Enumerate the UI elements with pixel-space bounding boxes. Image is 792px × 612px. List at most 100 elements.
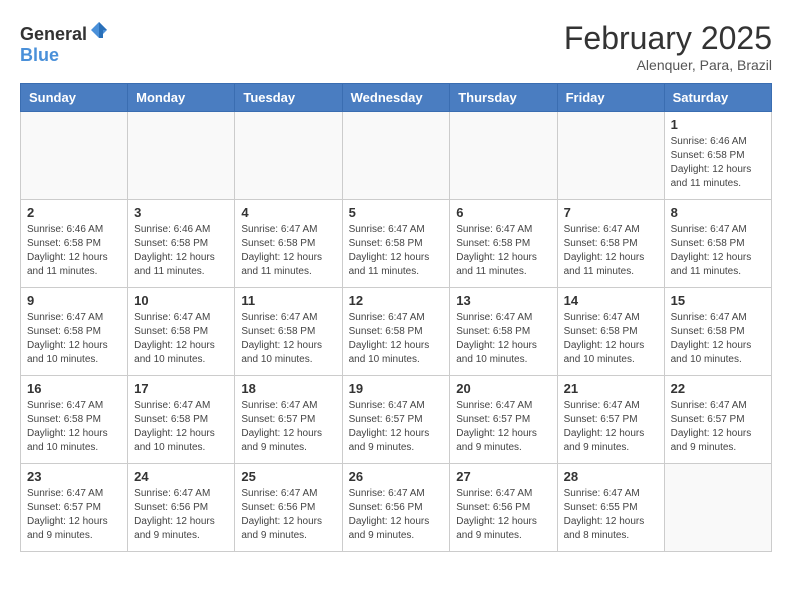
calendar-day-cell: 21 Sunrise: 6:47 AM Sunset: 6:57 PM Dayli… [557,376,664,464]
calendar-day-cell: 10 Sunrise: 6:47 AM Sunset: 6:58 PM Dayli… [128,288,235,376]
calendar-day-cell: 22 Sunrise: 6:47 AM Sunset: 6:57 PM Dayli… [664,376,771,464]
calendar-day-cell: 8 Sunrise: 6:47 AM Sunset: 6:58 PM Daylig… [664,200,771,288]
calendar-day-cell [557,112,664,200]
calendar-day-cell [664,464,771,552]
day-number: 6 [456,205,550,220]
day-info: Sunrise: 6:47 AM Sunset: 6:57 PM Dayligh… [241,399,335,455]
day-number: 23 [27,469,121,484]
day-info: Sunrise: 6:47 AM Sunset: 6:57 PM Dayligh… [671,399,765,455]
day-info: Sunrise: 6:47 AM Sunset: 6:58 PM Dayligh… [134,311,228,367]
day-number: 7 [564,205,658,220]
page-header: General Blue February 2025 Alenquer, Par… [20,20,772,73]
day-number: 15 [671,293,765,308]
logo-icon [89,20,109,40]
day-info: Sunrise: 6:47 AM Sunset: 6:56 PM Dayligh… [241,487,335,543]
day-number: 17 [134,381,228,396]
day-of-week-header: Friday [557,84,664,112]
day-info: Sunrise: 6:47 AM Sunset: 6:56 PM Dayligh… [349,487,444,543]
calendar-day-cell: 17 Sunrise: 6:47 AM Sunset: 6:58 PM Dayli… [128,376,235,464]
day-number: 24 [134,469,228,484]
day-number: 8 [671,205,765,220]
day-number: 10 [134,293,228,308]
month-year: February 2025 [564,20,772,57]
calendar-day-cell: 25 Sunrise: 6:47 AM Sunset: 6:56 PM Dayli… [235,464,342,552]
day-info: Sunrise: 6:47 AM Sunset: 6:58 PM Dayligh… [671,223,765,279]
calendar-day-cell [128,112,235,200]
day-number: 28 [564,469,658,484]
day-of-week-header: Thursday [450,84,557,112]
calendar-day-cell: 4 Sunrise: 6:47 AM Sunset: 6:58 PM Daylig… [235,200,342,288]
calendar-day-cell: 3 Sunrise: 6:46 AM Sunset: 6:58 PM Daylig… [128,200,235,288]
calendar-day-cell: 13Sunrise: 6:47 AM Sunset: 6:58 PM Dayli… [450,288,557,376]
calendar-day-cell: 16Sunrise: 6:47 AM Sunset: 6:58 PM Dayli… [21,376,128,464]
day-number: 22 [671,381,765,396]
day-number: 3 [134,205,228,220]
calendar-day-cell: 18 Sunrise: 6:47 AM Sunset: 6:57 PM Dayli… [235,376,342,464]
calendar-day-cell: 15 Sunrise: 6:47 AM Sunset: 6:58 PM Dayli… [664,288,771,376]
day-number: 27 [456,469,550,484]
calendar-day-cell: 23 Sunrise: 6:47 AM Sunset: 6:57 PM Dayli… [21,464,128,552]
day-info: Sunrise: 6:47 AM Sunset: 6:58 PM Dayligh… [671,311,765,367]
day-info: Sunrise: 6:47 AM Sunset: 6:58 PM Dayligh… [564,311,658,367]
calendar-day-cell: 27 Sunrise: 6:47 AM Sunset: 6:56 PM Dayli… [450,464,557,552]
day-info: Sunrise: 6:47 AM Sunset: 6:58 PM Dayligh… [456,223,550,279]
calendar-week-row: 2 Sunrise: 6:46 AM Sunset: 6:58 PM Daylig… [21,200,772,288]
calendar-day-cell [21,112,128,200]
day-info: Sunrise: 6:47 AM Sunset: 6:56 PM Dayligh… [134,487,228,543]
calendar-day-cell: 20 Sunrise: 6:47 AM Sunset: 6:57 PM Dayli… [450,376,557,464]
calendar-day-cell: 26Sunrise: 6:47 AM Sunset: 6:56 PM Dayli… [342,464,450,552]
calendar-day-cell: 5Sunrise: 6:47 AM Sunset: 6:58 PM Daylig… [342,200,450,288]
day-number: 16 [27,381,121,396]
day-number: 11 [241,293,335,308]
day-of-week-header: Tuesday [235,84,342,112]
calendar-week-row: 16 Sunrise: 6:47 AM Sunset: 6:58 PM Dayli… [21,376,772,464]
day-info: Sunrise: 6:47 AM Sunset: 6:57 PM Dayligh… [564,399,658,455]
day-info: Sunrise: 6:47 AM Sunset: 6:58 PM Dayligh… [349,311,444,367]
day-of-week-header: Wednesday [342,84,450,112]
calendar-day-cell: 19 Sunrise: 6:47 AM Sunset: 6:57 PM Dayli… [342,376,450,464]
day-info: Sunrise: 6:46 AM Sunset: 6:58 PM Dayligh… [671,135,765,191]
logo: General Blue [20,20,109,66]
logo-blue: Blue [20,45,59,65]
day-info: Sunrise: 6:47 AM Sunset: 6:58 PM Dayligh… [564,223,658,279]
day-number: 25 [241,469,335,484]
location: Alenquer, Para, Brazil [564,57,772,73]
calendar-week-row: 9 Sunrise: 6:47 AM Sunset: 6:58 PM Daylig… [21,288,772,376]
day-number: 12 [349,293,444,308]
day-number: 5 [349,205,444,220]
calendar-table: SundayMondayTuesdayWednesdayThursdayFrid… [20,83,772,552]
day-info: Sunrise: 6:47 AM Sunset: 6:55 PM Dayligh… [564,487,658,543]
day-info: Sunrise: 6:47 AM Sunset: 6:57 PM Dayligh… [27,487,121,543]
day-number: 18 [241,381,335,396]
calendar-day-cell: 12 Sunrise: 6:47 AM Sunset: 6:58 PM Dayli… [342,288,450,376]
day-info: Sunrise: 6:47 AM Sunset: 6:57 PM Dayligh… [456,399,550,455]
calendar-day-cell [450,112,557,200]
day-info: Sunrise: 6:47 AM Sunset: 6:58 PM Dayligh… [241,223,335,279]
day-info: Sunrise: 6:46 AM Sunset: 6:58 PM Dayligh… [27,223,121,279]
calendar-day-cell: 6 Sunrise: 6:47 AM Sunset: 6:58 PM Daylig… [450,200,557,288]
day-info: Sunrise: 6:47 AM Sunset: 6:56 PM Dayligh… [456,487,550,543]
calendar-header-row: SundayMondayTuesdayWednesdayThursdayFrid… [21,84,772,112]
day-info: Sunrise: 6:47 AM Sunset: 6:57 PM Dayligh… [349,399,444,455]
day-number: 13 [456,293,550,308]
calendar-day-cell: 2 Sunrise: 6:46 AM Sunset: 6:58 PM Daylig… [21,200,128,288]
calendar-day-cell: 11Sunrise: 6:47 AM Sunset: 6:58 PM Dayli… [235,288,342,376]
day-number: 20 [456,381,550,396]
day-number: 14 [564,293,658,308]
day-number: 4 [241,205,335,220]
day-info: Sunrise: 6:47 AM Sunset: 6:58 PM Dayligh… [134,399,228,455]
calendar-week-row: 23 Sunrise: 6:47 AM Sunset: 6:57 PM Dayli… [21,464,772,552]
day-number: 21 [564,381,658,396]
calendar-day-cell: 9Sunrise: 6:47 AM Sunset: 6:58 PM Daylig… [21,288,128,376]
calendar-day-cell: 1Sunrise: 6:46 AM Sunset: 6:58 PM Daylig… [664,112,771,200]
day-number: 19 [349,381,444,396]
logo-general: General [20,24,87,44]
calendar-day-cell [342,112,450,200]
day-number: 2 [27,205,121,220]
title-area: February 2025 Alenquer, Para, Brazil [564,20,772,73]
calendar-day-cell [235,112,342,200]
day-info: Sunrise: 6:46 AM Sunset: 6:58 PM Dayligh… [134,223,228,279]
logo-text: General Blue [20,20,109,66]
day-of-week-header: Saturday [664,84,771,112]
day-number: 9 [27,293,121,308]
